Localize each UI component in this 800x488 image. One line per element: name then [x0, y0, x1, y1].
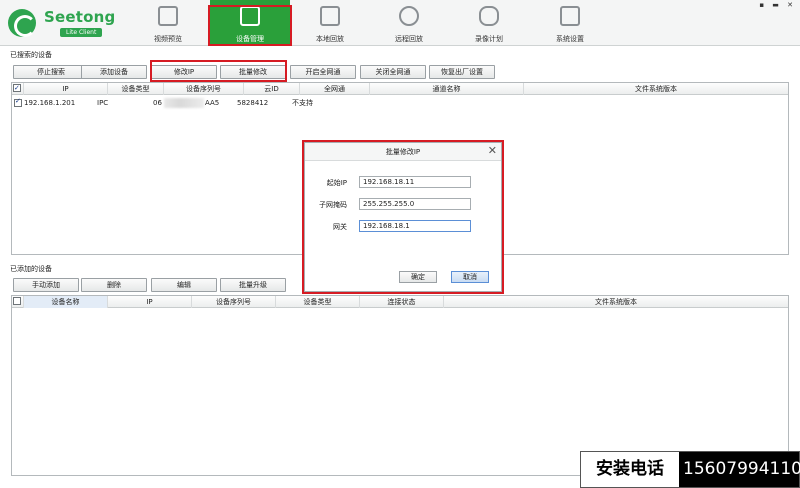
select-all-checkbox[interactable] [13, 82, 21, 94]
searched-section-label: 已搜索的设备 [10, 51, 52, 59]
disable-all-network-button[interactable]: 关闭全网通 [360, 65, 426, 79]
logo-badge: Lite Client [60, 28, 103, 37]
app-logo: Seetong Lite Client [6, 5, 116, 43]
cell-cloud-id: 5828412 [237, 99, 269, 107]
table-row[interactable]: 192.168.1.201 IPC 06 AA5 5828412 不支持 [12, 97, 788, 109]
col-all-network: 全网通 [300, 83, 370, 95]
cell-serial-prefix: 06 [153, 99, 162, 107]
cell-serial-suffix: AA5 [205, 99, 220, 107]
install-phone-banner: 安装电话 15607994110 [580, 451, 800, 488]
table-header: IP 设备类型 设备序列号 云ID 全网通 通道名称 文件系统版本 [12, 82, 788, 95]
cell-all-network: 不支持 [292, 99, 313, 107]
manual-add-button[interactable]: 手动添加 [13, 278, 79, 292]
nav-record-plan[interactable]: 录像计划 [449, 0, 529, 46]
dialog-title: 批量修改IP [305, 143, 501, 161]
device-manage-icon [240, 6, 260, 26]
added-device-table[interactable]: 设备名称 IP 设备序列号 设备类型 连接状态 文件系统版本 [11, 295, 789, 476]
window-controls[interactable]: ▪ ▬ ✕ [759, 1, 796, 9]
subnet-mask-input[interactable]: 255.255.255.0 [359, 198, 471, 210]
cancel-button[interactable]: 取消 [451, 271, 489, 283]
col-fs-version: 文件系统版本 [595, 298, 637, 306]
gateway-label: 网关 [333, 223, 347, 231]
col-device-type: 设备类型 [276, 296, 360, 308]
row-checkbox[interactable] [14, 97, 22, 107]
start-ip-input[interactable]: 192.168.18.11 [359, 176, 471, 188]
select-all-checkbox[interactable] [13, 297, 21, 305]
modify-ip-button[interactable]: 修改IP [151, 65, 217, 79]
local-playback-icon [320, 6, 340, 26]
system-settings-icon [560, 6, 580, 26]
video-preview-icon [158, 6, 178, 26]
install-phone-label: 安装电话 [581, 452, 679, 487]
col-serial: 设备序列号 [164, 83, 244, 95]
cell-ip: 192.168.1.201 [24, 99, 76, 107]
close-icon[interactable]: ✕ [488, 144, 497, 157]
install-phone-number: 15607994110 [683, 459, 800, 479]
header-checkbox-cell [12, 296, 24, 308]
seetong-logo-icon [8, 9, 36, 37]
record-plan-icon [479, 6, 499, 26]
col-device-name: 设备名称 [24, 296, 108, 308]
table-header: 设备名称 IP 设备序列号 设备类型 连接状态 文件系统版本 [12, 296, 788, 308]
start-ip-label: 起始IP [326, 179, 347, 187]
batch-modify-ip-dialog: 批量修改IP ✕ 起始IP 192.168.18.11 子网掩码 255.255… [304, 142, 502, 292]
add-device-button[interactable]: 添加设备 [81, 65, 147, 79]
nav-device-manage[interactable]: 设备管理 [210, 0, 290, 46]
col-fs-version: 文件系统版本 [635, 85, 677, 93]
nav-label: 设备管理 [236, 35, 264, 43]
gateway-input[interactable]: 192.168.18.1 [359, 220, 471, 232]
col-cloud-id: 云ID [244, 83, 300, 95]
nav-remote-playback[interactable]: 远程回放 [369, 0, 449, 46]
nav-system-settings[interactable]: 系统设置 [530, 0, 610, 46]
enable-all-network-button[interactable]: 开启全网通 [290, 65, 356, 79]
logo-text: Seetong [44, 8, 116, 26]
factory-reset-button[interactable]: 恢复出厂设置 [429, 65, 495, 79]
col-serial: 设备序列号 [192, 296, 276, 308]
nav-label: 远程回放 [395, 35, 423, 43]
col-device-type: 设备类型 [108, 83, 164, 95]
col-connection-status: 连接状态 [360, 296, 444, 308]
nav-local-playback[interactable]: 本地回放 [290, 0, 370, 46]
serial-redaction [164, 98, 204, 108]
delete-button[interactable]: 删除 [81, 278, 147, 292]
cell-device-type: IPC [97, 99, 109, 107]
header-checkbox-cell [12, 82, 24, 95]
nav-label: 本地回放 [316, 35, 344, 43]
edit-button[interactable]: 编辑 [151, 278, 217, 292]
top-nav-bar: Seetong Lite Client 视频预览 设备管理 本地回放 远程回放 … [0, 0, 800, 46]
col-ip: IP [24, 83, 108, 95]
nav-label: 录像计划 [475, 35, 503, 43]
batch-modify-button[interactable]: 批量修改 [220, 65, 286, 79]
nav-label: 系统设置 [556, 35, 584, 43]
ok-button[interactable]: 确定 [399, 271, 437, 283]
nav-video-preview[interactable]: 视频预览 [128, 0, 208, 46]
batch-upgrade-button[interactable]: 批量升级 [220, 278, 286, 292]
subnet-mask-label: 子网掩码 [319, 201, 347, 209]
remote-playback-icon [399, 6, 419, 26]
nav-label: 视频预览 [154, 35, 182, 43]
stop-search-button[interactable]: 停止搜索 [13, 65, 89, 79]
added-section-label: 已添加的设备 [10, 265, 52, 273]
col-ip: IP [108, 296, 192, 308]
col-channel-name: 通道名称 [370, 83, 524, 95]
